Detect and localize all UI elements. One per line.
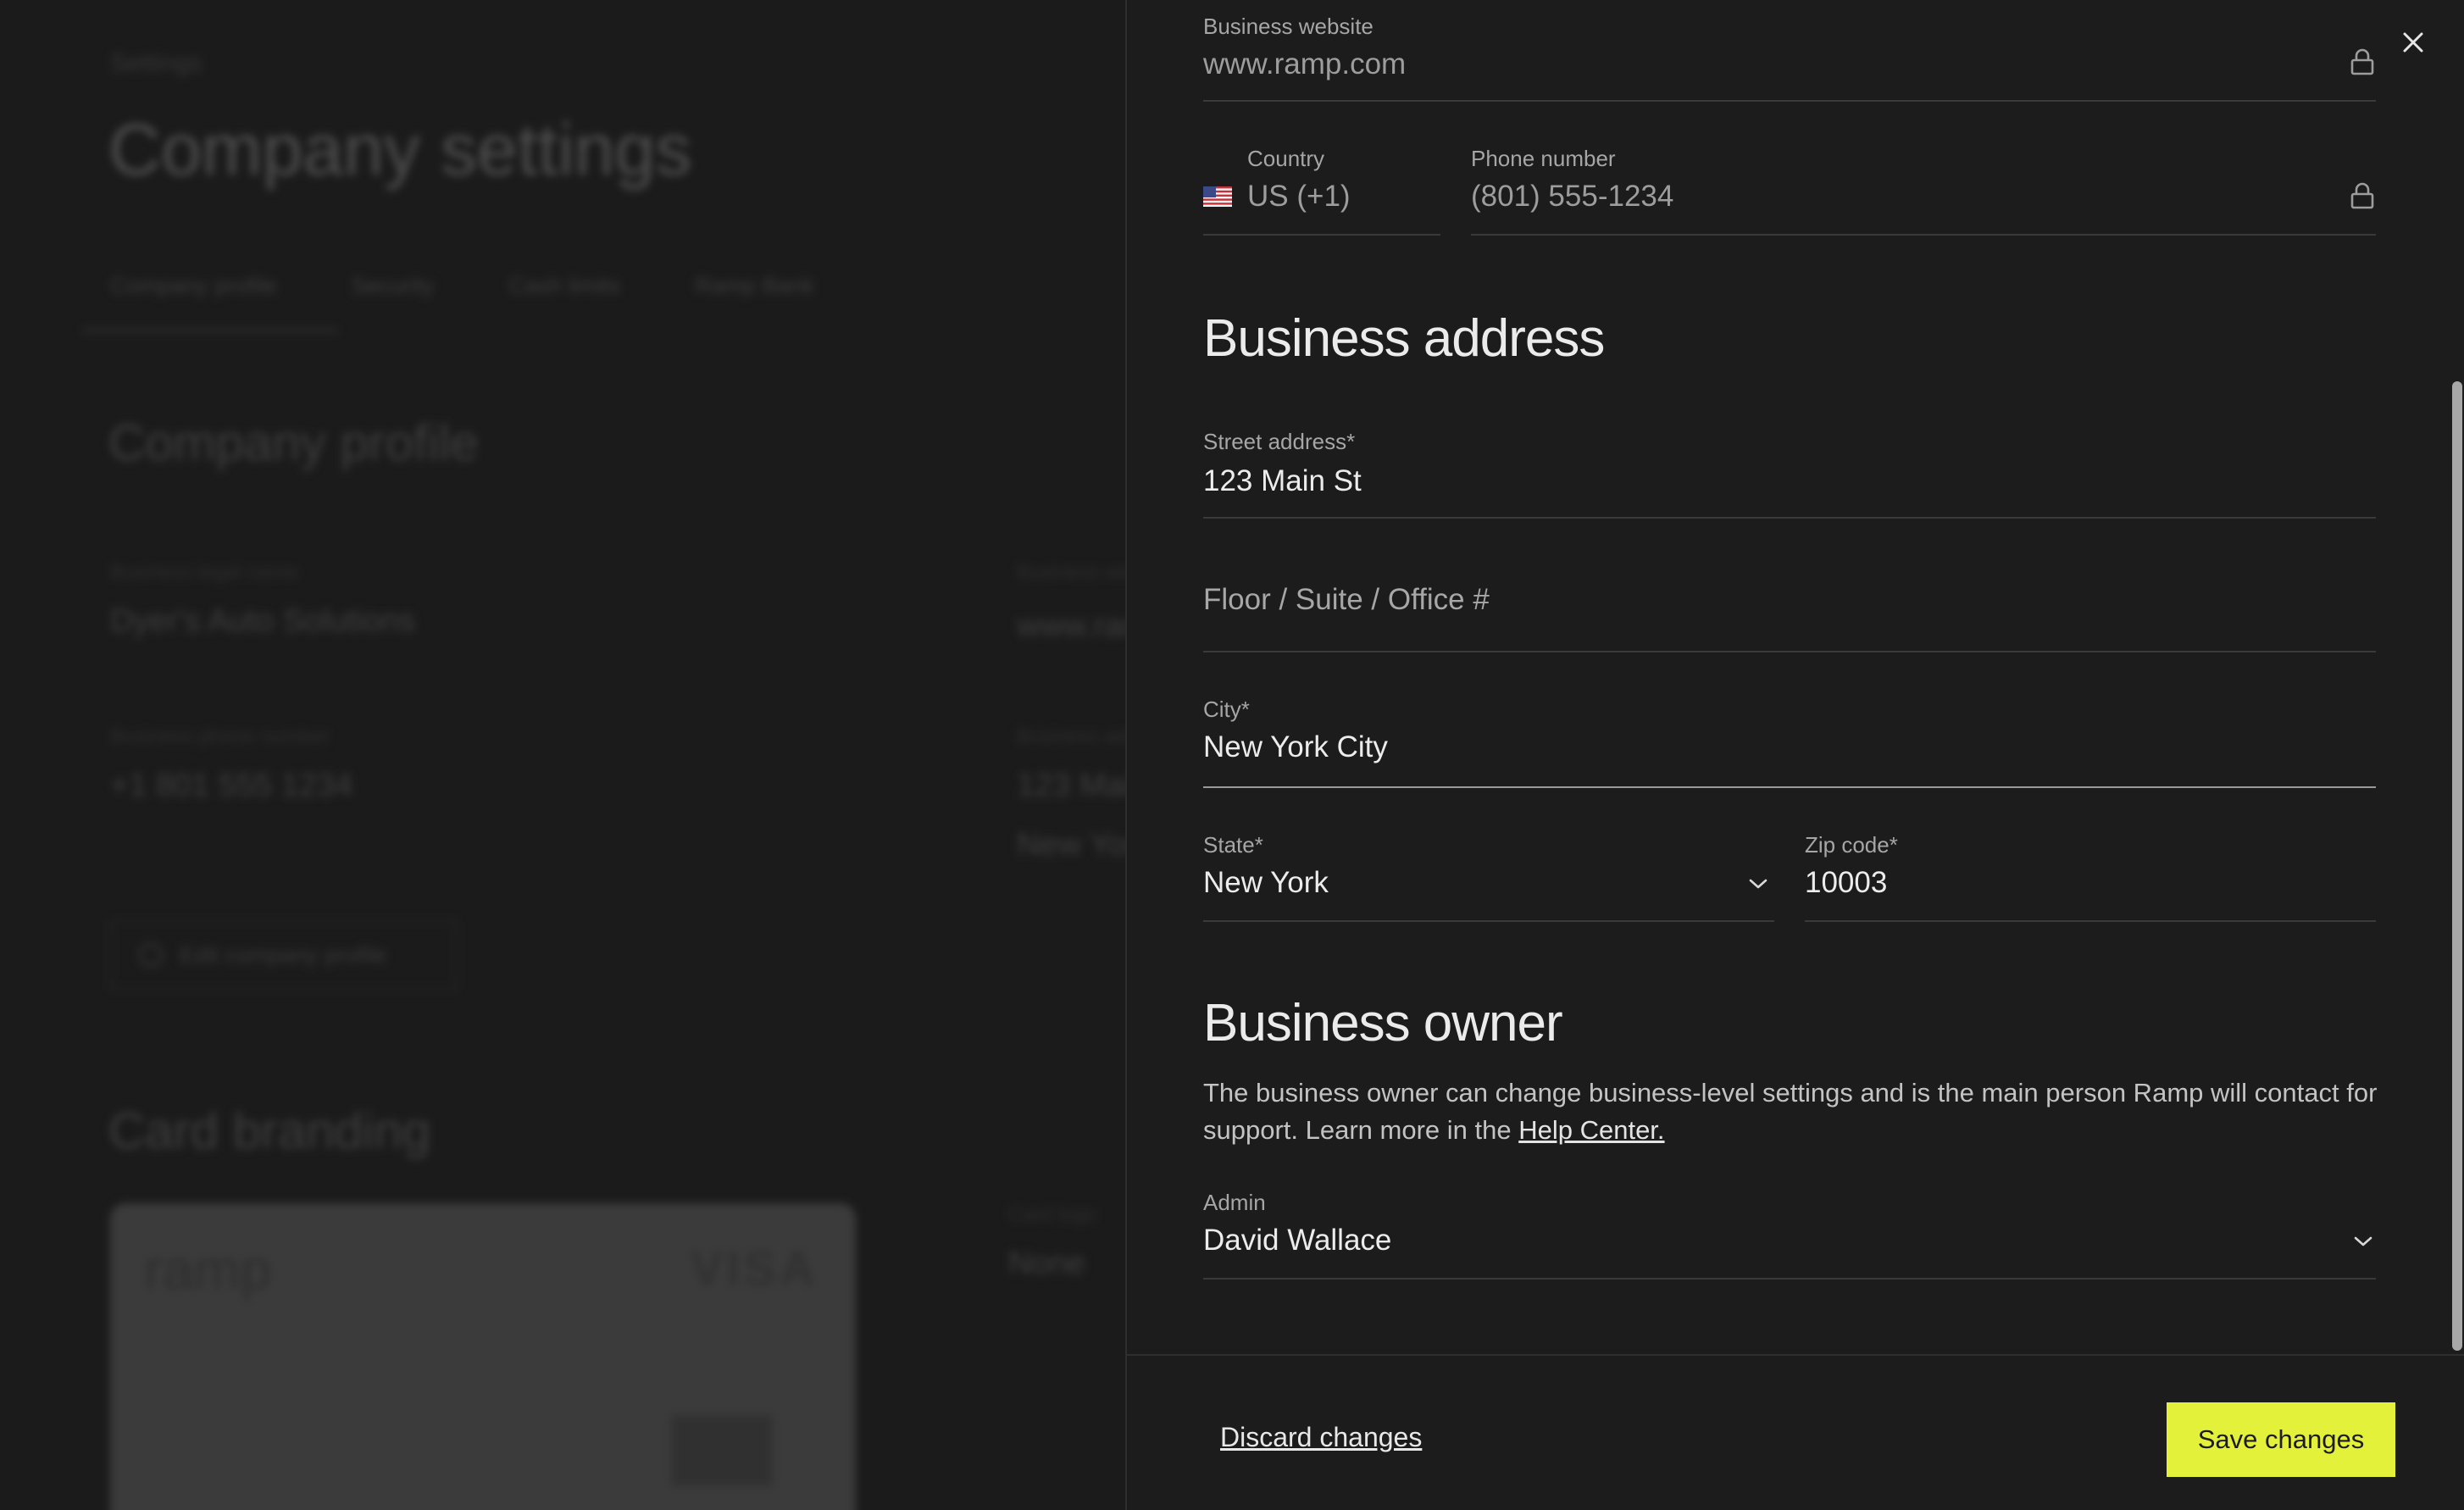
floor-suite-field[interactable]: Floor / Suite / Office # (1203, 559, 2376, 652)
discard-changes-button[interactable]: Discard changes (1220, 1422, 1422, 1453)
business-website-field[interactable]: Business website www.ramp.com (1203, 0, 2376, 102)
phone-number-label: Phone number (1471, 146, 1616, 171)
us-flag-icon (1203, 186, 1232, 207)
street-address-value: 123 Main St (1203, 464, 1362, 497)
admin-label: Admin (1203, 1190, 1266, 1215)
chevron-down-icon (1749, 879, 1768, 889)
phone-number-field[interactable]: Phone number (801) 555-1234 (1471, 144, 2376, 236)
zip-code-label: Zip code* (1805, 832, 1898, 858)
edit-company-panel: Business website www.ramp.com Country US… (1125, 0, 2464, 1510)
phone-number-value: (801) 555-1234 (1471, 180, 1674, 213)
state-select[interactable]: State* New York (1203, 830, 1774, 922)
close-button[interactable] (2393, 22, 2433, 63)
admin-select[interactable]: Admin David Wallace (1203, 1188, 2376, 1280)
street-address-field[interactable]: Street address* 123 Main St (1203, 425, 2376, 519)
panel-footer: Discard changes Save changes (1127, 1354, 2464, 1510)
state-label: State* (1203, 832, 1263, 858)
help-center-link[interactable]: Help Center. (1518, 1115, 1664, 1145)
business-address-heading: Business address (1203, 309, 1605, 368)
zip-code-value: 10003 (1805, 866, 1888, 899)
panel-scrollbar[interactable] (2452, 381, 2462, 1351)
chevron-down-icon (2354, 1236, 2372, 1246)
country-value: US (+1) (1247, 180, 1351, 213)
admin-value: David Wallace (1203, 1224, 1392, 1257)
modal-overlay[interactable] (0, 0, 1127, 1510)
lock-icon (2350, 48, 2374, 75)
floor-suite-placeholder: Floor / Suite / Office # (1203, 583, 1490, 616)
business-owner-heading: Business owner (1203, 994, 1563, 1052)
street-address-label: Street address* (1203, 429, 1356, 454)
business-website-value: www.ramp.com (1203, 47, 1407, 80)
business-owner-description-text: The business owner can change business-l… (1203, 1078, 2378, 1145)
save-changes-button[interactable]: Save changes (2167, 1402, 2395, 1477)
business-website-label: Business website (1203, 14, 1374, 39)
lock-icon (2350, 182, 2374, 209)
country-select[interactable]: Country US (+1) (1203, 144, 1440, 236)
zip-code-field[interactable]: Zip code* 10003 (1805, 830, 2376, 922)
city-label: City* (1203, 697, 1250, 722)
close-icon (2403, 32, 2423, 53)
city-value: New York City (1203, 730, 1388, 763)
country-label: Country (1247, 146, 1325, 171)
state-value: New York (1203, 866, 1329, 899)
city-field[interactable]: City* New York City (1203, 695, 2376, 788)
business-owner-description: The business owner can change business-l… (1203, 1074, 2389, 1149)
